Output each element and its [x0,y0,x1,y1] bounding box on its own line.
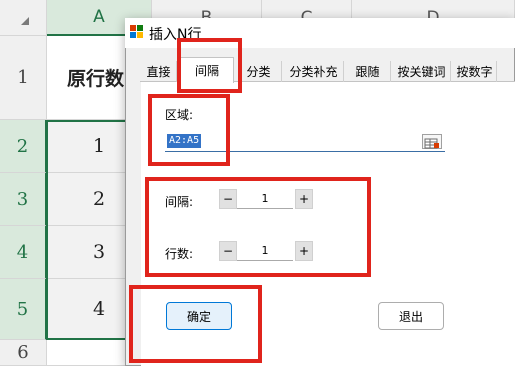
row-header-2[interactable]: 2 [0,120,47,173]
app-icon [130,25,143,38]
tab-category-supplement[interactable]: 分类补充 [284,61,344,82]
tab-number[interactable]: 按数字 [453,61,497,82]
range-picker-icon [424,138,439,149]
annotation-box-ok [129,285,262,363]
tab-category[interactable]: 分类 [236,61,282,82]
row-header-3[interactable]: 3 [0,173,47,226]
range-picker-button[interactable] [422,134,442,149]
row-header-4[interactable]: 4 [0,226,47,279]
annotation-box-region [148,94,230,166]
row-header-6[interactable]: 6 [0,340,47,366]
select-all-corner[interactable] [0,0,47,36]
tab-keyword[interactable]: 按关键词 [393,61,451,82]
annotation-box-inputs [145,177,371,277]
annotation-box-tab [177,38,242,93]
row-header-1[interactable]: 1 [0,36,47,120]
exit-button[interactable]: 退出 [378,302,444,330]
select-all-triangle-icon [21,17,29,25]
tab-direct[interactable]: 直接 [141,61,177,82]
tab-follow[interactable]: 跟随 [345,61,391,82]
row-header-5[interactable]: 5 [0,279,47,340]
